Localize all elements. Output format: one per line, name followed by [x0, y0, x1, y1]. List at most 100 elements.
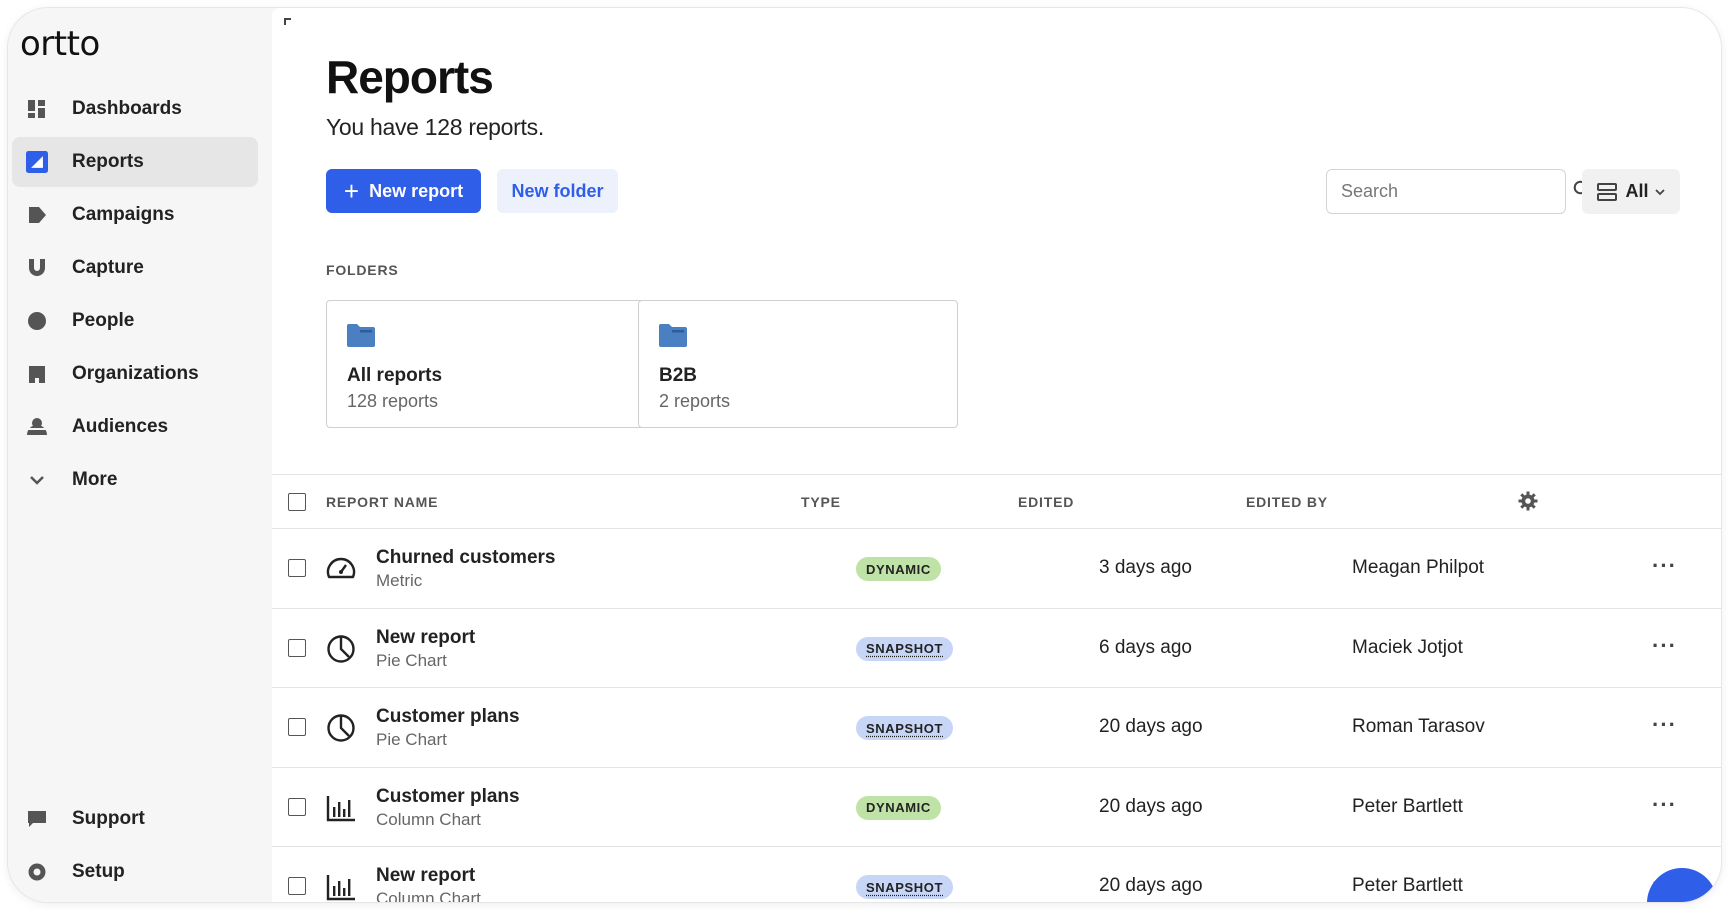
edited-time: 20 days ago	[1099, 716, 1203, 737]
page-title: Reports	[326, 51, 494, 103]
table-header: REPORT NAME TYPE EDITED EDITED BY	[272, 474, 1721, 529]
audiences-icon	[26, 416, 48, 438]
folder-count: 128 reports	[347, 391, 439, 411]
edited-by: Peter Bartlett	[1352, 795, 1463, 817]
table-row[interactable]: Churned customers Metric DYNAMIC 3 days …	[272, 529, 1721, 609]
search-input[interactable]	[1341, 181, 1573, 202]
new-folder-button[interactable]: New folder	[497, 169, 618, 213]
capture-icon	[26, 257, 48, 279]
sidebar-item-dashboards[interactable]: Dashboards	[12, 84, 258, 134]
app-window: ortto Dashboards Reports Campaigns Captu…	[8, 8, 1721, 902]
report-subtype: Column Chart	[376, 889, 481, 902]
edited-by: Meagan Philpot	[1352, 557, 1485, 578]
sidebar-item-label: Reports	[72, 151, 144, 172]
sidebar-item-organizations[interactable]: Organizations	[12, 349, 258, 399]
type-badge: SNAPSHOT	[856, 636, 954, 661]
more-options-icon[interactable]: ···	[1652, 553, 1677, 579]
folder-icon	[347, 323, 375, 352]
reports-table: REPORT NAME TYPE EDITED EDITED BY Churne…	[272, 474, 1721, 902]
report-subtype: Pie Chart	[376, 730, 447, 749]
report-name[interactable]: Churned customers	[376, 547, 555, 569]
setup-icon	[26, 861, 48, 883]
folder-name: All reports	[347, 365, 443, 386]
campaigns-icon	[26, 204, 48, 226]
more-options-icon[interactable]: ···	[1652, 792, 1677, 818]
corner-marker	[284, 18, 291, 25]
sidebar-item-audiences[interactable]: Audiences	[12, 402, 258, 452]
column-header-edited-by[interactable]: EDITED BY	[1246, 494, 1328, 510]
view-filter-dropdown[interactable]: All	[1582, 169, 1680, 214]
search-box	[1326, 169, 1591, 214]
type-badge: SNAPSHOT	[856, 716, 954, 740]
sidebar-item-label: Setup	[72, 861, 125, 882]
select-all-checkbox[interactable]	[288, 493, 306, 511]
view-filter-label: All	[1625, 181, 1649, 201]
edited-time: 6 days ago	[1099, 636, 1192, 658]
table-row[interactable]: New report Column Chart SNAPSHOT 20 days…	[272, 847, 1721, 902]
row-checkbox[interactable]	[288, 797, 306, 816]
sidebar-item-campaigns[interactable]: Campaigns	[12, 190, 258, 240]
plus-icon: +	[343, 176, 360, 206]
support-icon	[26, 808, 48, 830]
reports-icon	[26, 151, 48, 173]
column-header-edited[interactable]: EDITED	[1018, 494, 1074, 510]
new-report-button[interactable]: + New report	[326, 169, 481, 213]
row-checkbox[interactable]	[288, 559, 306, 577]
sidebar-item-label: Audiences	[72, 416, 169, 437]
report-name[interactable]: Customer plans	[376, 706, 520, 728]
type-badge: DYNAMIC	[856, 795, 941, 820]
dashboard-icon	[26, 98, 48, 120]
edited-by: Roman Tarasov	[1352, 716, 1485, 737]
sidebar-item-label: More	[72, 469, 118, 490]
folder-card-all-reports[interactable]: All reports 128 reports	[326, 300, 646, 428]
sidebar-nav: Dashboards Reports Campaigns Capture Peo…	[12, 84, 258, 508]
sidebar: ortto Dashboards Reports Campaigns Captu…	[8, 8, 272, 902]
edited-by: Maciek Jotjot	[1352, 636, 1463, 658]
column-header-type[interactable]: TYPE	[801, 494, 841, 510]
row-checkbox[interactable]	[288, 718, 306, 736]
sidebar-item-setup[interactable]: Setup	[12, 847, 258, 897]
new-folder-label: New folder	[511, 180, 604, 201]
folder-count: 2 reports	[659, 391, 731, 411]
report-subtype: Pie Chart	[376, 650, 447, 670]
report-subtype: Metric	[376, 571, 423, 590]
sidebar-item-support[interactable]: Support	[12, 794, 258, 844]
more-options-icon[interactable]: ···	[1652, 633, 1677, 659]
pie-chart-icon	[325, 712, 357, 744]
row-checkbox[interactable]	[288, 877, 306, 895]
main-content: Reports You have 128 reports. + New repo…	[272, 8, 1721, 902]
table-row[interactable]: Customer plans Pie Chart SNAPSHOT 20 day…	[272, 688, 1721, 768]
folder-name: B2B	[659, 365, 698, 386]
edited-by: Peter Bartlett	[1352, 875, 1463, 896]
chevron-down-icon	[26, 469, 48, 491]
pie-chart-icon	[325, 633, 357, 665]
folder-icon	[659, 323, 687, 352]
column-header-report-name[interactable]: REPORT NAME	[326, 494, 438, 510]
type-badge: DYNAMIC	[856, 557, 941, 581]
row-checkbox[interactable]	[288, 638, 306, 657]
gear-icon[interactable]	[1518, 491, 1538, 516]
folder-card-b2b[interactable]: B2B 2 reports	[638, 300, 958, 428]
sidebar-item-more[interactable]: More	[12, 455, 258, 505]
sidebar-item-label: Organizations	[72, 363, 199, 384]
sidebar-item-label: Dashboards	[72, 98, 182, 119]
sidebar-item-people[interactable]: People	[12, 296, 258, 346]
column-chart-icon	[325, 792, 357, 824]
list-view-icon	[1597, 182, 1618, 201]
type-badge: SNAPSHOT	[856, 875, 954, 899]
table-row[interactable]: Customer plans Column Chart DYNAMIC 20 d…	[272, 768, 1721, 847]
sidebar-bottom-nav: Support Setup	[12, 794, 258, 900]
sidebar-item-capture[interactable]: Capture	[12, 243, 258, 293]
sidebar-item-reports[interactable]: Reports	[12, 137, 258, 187]
logo: ortto	[20, 24, 100, 64]
sidebar-item-label: Support	[72, 808, 145, 829]
sidebar-item-label: Capture	[72, 257, 144, 278]
table-row[interactable]: New report Pie Chart SNAPSHOT 6 days ago…	[272, 609, 1721, 688]
report-name[interactable]: Customer plans	[376, 786, 520, 808]
sidebar-item-label: People	[72, 310, 135, 331]
edited-time: 20 days ago	[1099, 875, 1203, 896]
people-icon	[26, 310, 48, 332]
report-name[interactable]: New report	[376, 627, 475, 649]
more-options-icon[interactable]: ···	[1652, 712, 1677, 738]
report-name[interactable]: New report	[376, 865, 475, 887]
